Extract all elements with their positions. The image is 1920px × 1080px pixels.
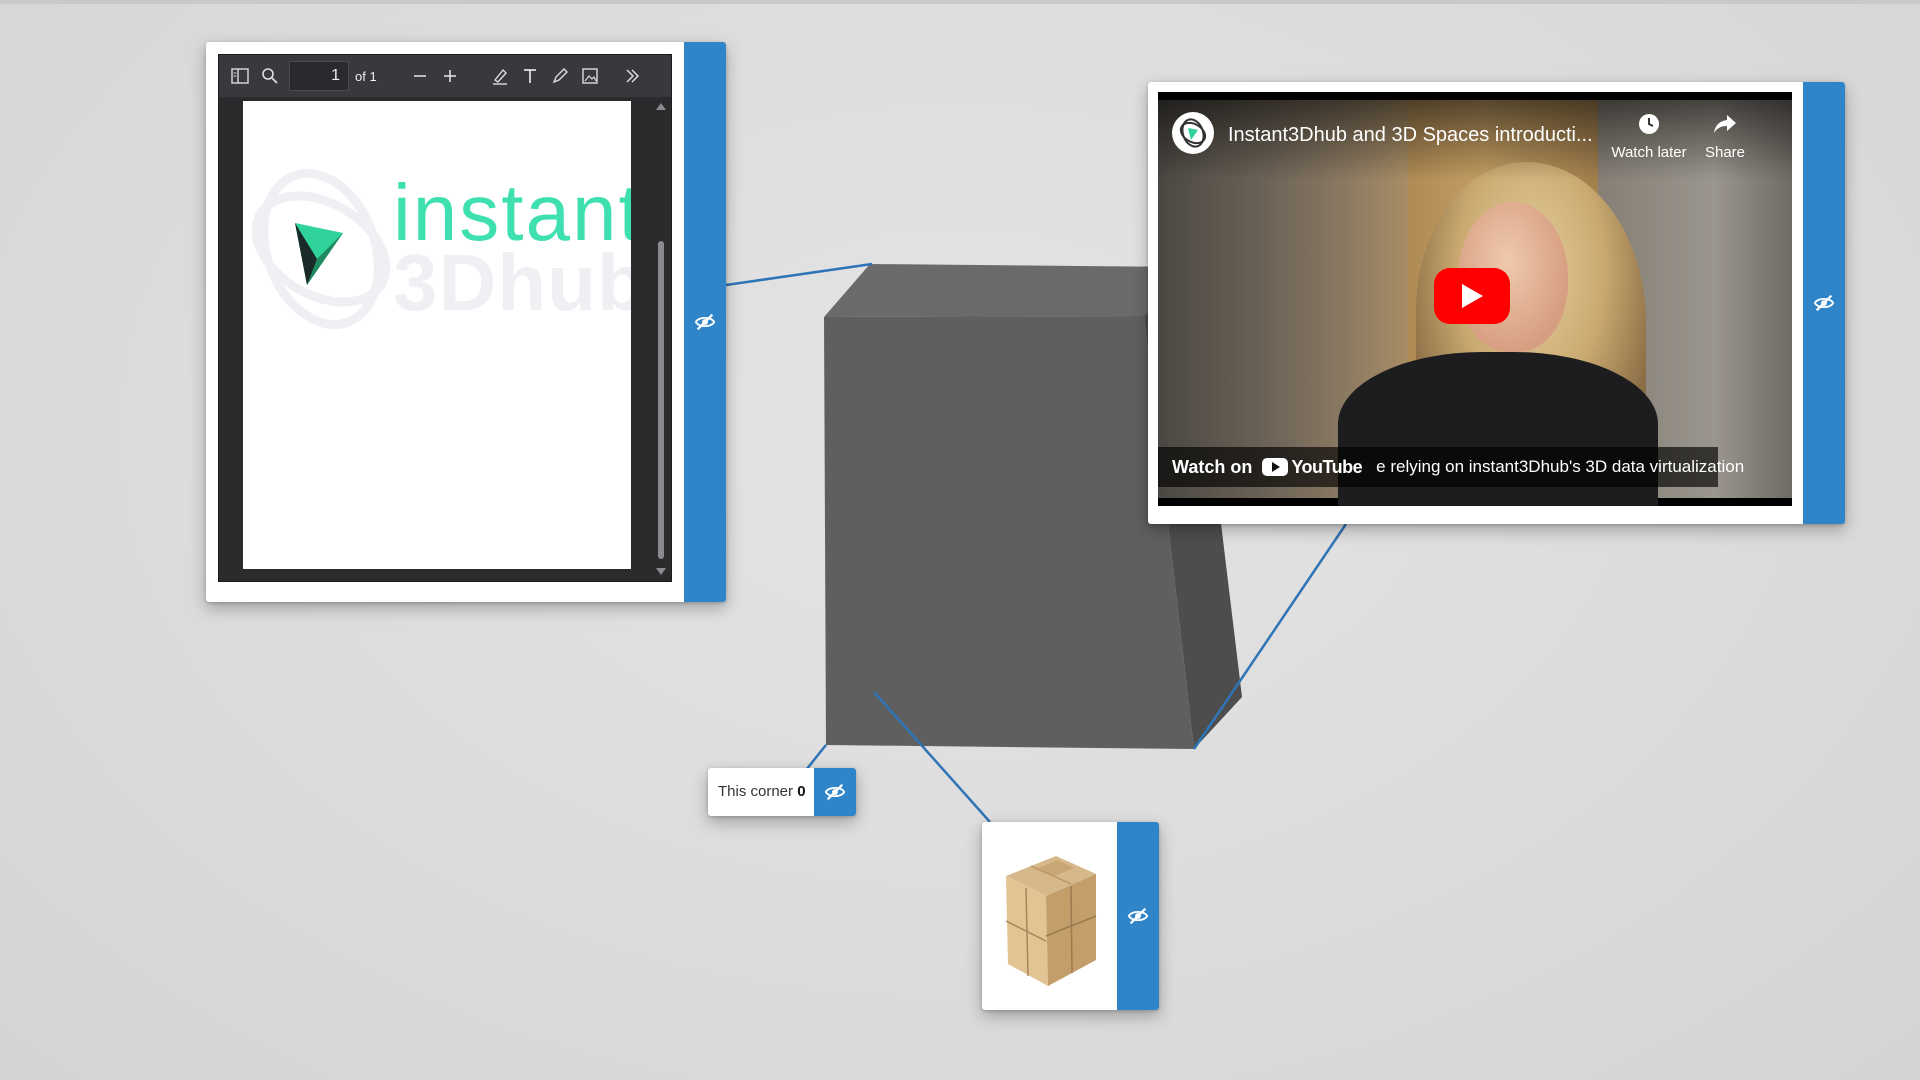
page-number-input[interactable]: [289, 61, 349, 91]
corner-label-panel[interactable]: This corner 0: [708, 768, 856, 816]
eye-slash-icon: [1127, 907, 1149, 925]
video-title[interactable]: Instant3Dhub and 3D Spaces introducti...: [1228, 124, 1593, 147]
watch-on-label[interactable]: Watch on: [1172, 457, 1252, 478]
zoom-out-icon[interactable]: [405, 61, 435, 91]
more-tools-icon[interactable]: [617, 61, 647, 91]
youtube-play-icon: [1262, 458, 1289, 476]
video-panel[interactable]: Instant3Dhub and 3D Spaces introducti...…: [1148, 82, 1845, 524]
eye-slash-icon: [1813, 294, 1835, 312]
watch-later-button[interactable]: Watch later: [1594, 112, 1704, 161]
pdf-viewer[interactable]: of 1: [218, 54, 672, 582]
clock-icon: [1639, 114, 1659, 134]
pdf-toolbar: of 1: [219, 55, 671, 97]
channel-logo-icon: [1179, 118, 1207, 148]
logo-word-3dhub: 3Dhub: [393, 238, 631, 327]
share-label: Share: [1704, 144, 1746, 161]
pdf-page: instant 3Dhub: [243, 101, 631, 569]
sidebar-toggle-icon[interactable]: [225, 61, 255, 91]
youtube-wordmark: YouTube: [1291, 456, 1363, 477]
hide-pdf-button[interactable]: [684, 42, 726, 602]
scroll-down-icon[interactable]: [655, 567, 667, 577]
corner-label: This corner 0: [718, 768, 806, 816]
play-button[interactable]: [1434, 268, 1510, 324]
hide-label-button[interactable]: [814, 768, 856, 816]
share-button[interactable]: Share: [1690, 112, 1760, 161]
cube-front-face: [824, 316, 1194, 749]
eye-slash-icon: [694, 313, 716, 331]
eye-slash-icon: [824, 783, 846, 801]
play-icon: [1462, 284, 1483, 308]
instant3dhub-logo-mark: [251, 168, 391, 330]
draw-icon[interactable]: [545, 61, 575, 91]
scroll-up-icon[interactable]: [655, 101, 667, 111]
scrollbar-thumb[interactable]: [658, 241, 664, 559]
wooden-puzzle-cube-image: [1005, 856, 1097, 986]
page-total-label: of 1: [355, 68, 377, 84]
channel-avatar[interactable]: [1172, 112, 1214, 154]
zoom-in-icon[interactable]: [435, 61, 465, 91]
watch-later-label: Watch later: [1611, 144, 1687, 161]
pdf-scrollbar[interactable]: [655, 101, 667, 577]
video-caption: e relying on instant3Dhub's 3D data virt…: [1376, 457, 1745, 476]
text-icon[interactable]: [515, 61, 545, 91]
image-icon[interactable]: [575, 61, 605, 91]
connector-pdf: [725, 262, 873, 287]
connector-label: [805, 744, 827, 771]
share-arrow-icon: [1714, 115, 1736, 133]
youtube-embed[interactable]: Instant3Dhub and 3D Spaces introducti...…: [1158, 92, 1792, 506]
watch-on-youtube-bar: Watch on YouTube e relying on instant3Dh…: [1158, 447, 1744, 487]
image-panel[interactable]: [982, 822, 1159, 1010]
search-icon[interactable]: [255, 61, 285, 91]
youtube-logo[interactable]: YouTube: [1262, 456, 1363, 478]
hide-image-button[interactable]: [1117, 822, 1159, 1010]
pdf-panel[interactable]: of 1: [206, 42, 726, 602]
corner-label-prefix: This corner: [718, 783, 798, 800]
corner-label-value: 0: [797, 783, 806, 800]
highlight-icon[interactable]: [485, 61, 515, 91]
cube-top-face: [824, 264, 1190, 317]
hide-video-button[interactable]: [1803, 82, 1845, 524]
